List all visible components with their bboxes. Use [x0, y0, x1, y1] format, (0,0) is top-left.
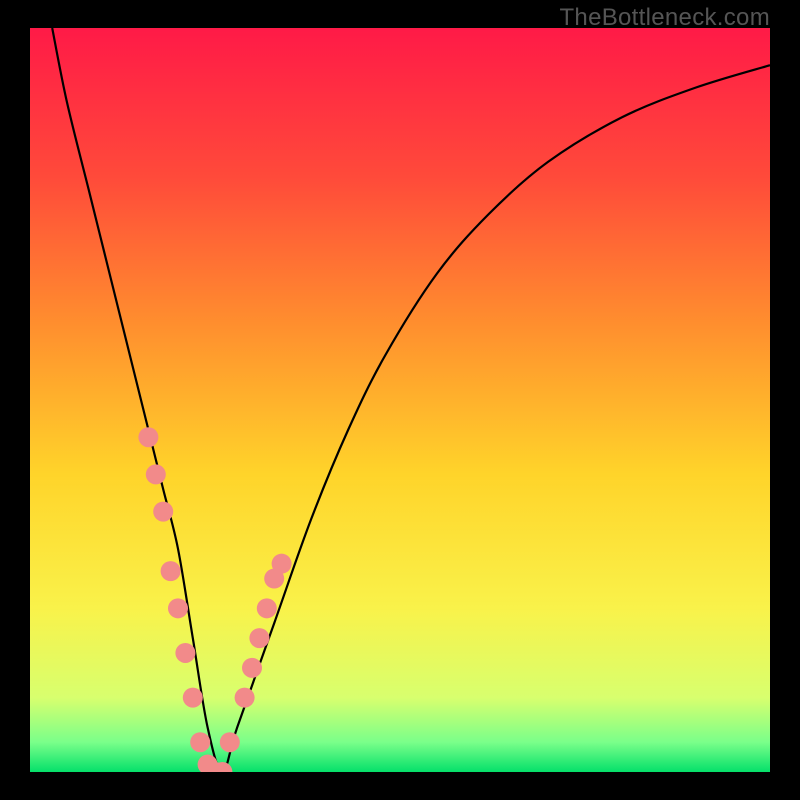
highlight-dot: [153, 502, 173, 522]
watermark-text: TheBottleneck.com: [559, 4, 770, 32]
highlight-dot: [235, 688, 255, 708]
highlight-dot: [168, 598, 188, 618]
highlight-dot: [175, 643, 195, 663]
highlight-dot: [138, 427, 158, 447]
highlight-dot: [249, 628, 269, 648]
plot-area: [30, 28, 770, 772]
highlight-dot: [146, 464, 166, 484]
bottleneck-curve: [30, 28, 770, 772]
highlight-dot: [242, 658, 262, 678]
highlight-dot: [183, 688, 203, 708]
highlight-dot: [272, 554, 292, 574]
highlight-dot: [220, 732, 240, 752]
highlight-dot: [257, 598, 277, 618]
highlight-dot: [190, 732, 210, 752]
chart-frame: TheBottleneck.com: [0, 0, 800, 800]
highlight-dot: [161, 561, 181, 581]
